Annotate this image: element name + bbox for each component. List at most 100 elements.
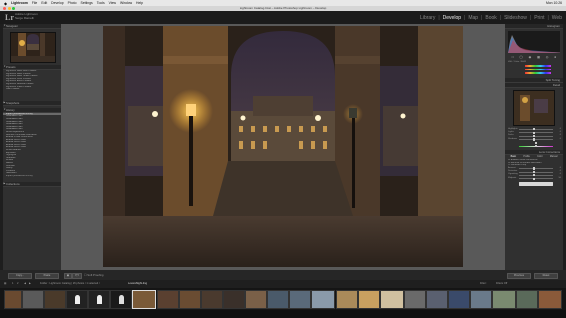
lens-tab-profile[interactable]: Profile xyxy=(523,156,530,158)
color-swatch-row xyxy=(505,71,563,74)
lens-corrections-header[interactable]: Lens Corrections xyxy=(505,149,563,155)
paste-button[interactable]: Paste xyxy=(35,273,59,279)
split-toning-title: Split Toning xyxy=(545,77,560,82)
filmstrip-thumbnail[interactable] xyxy=(157,290,179,309)
filmstrip-thumbnail[interactable] xyxy=(516,290,538,309)
filmstrip-thumbnail[interactable] xyxy=(201,290,223,309)
menu-tools[interactable]: Tools xyxy=(97,1,105,5)
collapse-triangle-icon: ▼ xyxy=(3,24,6,27)
forward-arrow-icon[interactable]: ▶ xyxy=(29,280,31,288)
histogram-header[interactable]: Histogram xyxy=(505,24,563,29)
filmstrip-thumbnail[interactable] xyxy=(380,290,404,309)
filmstrip-thumbnail[interactable] xyxy=(336,290,358,309)
reset-button[interactable]: Reset xyxy=(534,273,558,279)
crop-tool-icon[interactable]: □ xyxy=(512,55,514,59)
filmstrip-thumbnail[interactable] xyxy=(448,290,470,309)
menu-window[interactable]: Window xyxy=(120,1,132,5)
zoom-window-icon[interactable] xyxy=(12,7,15,10)
presets-title: Presets xyxy=(6,65,16,69)
collections-title: Collections xyxy=(6,181,20,186)
filmstrip-thumbnail[interactable] xyxy=(223,290,245,309)
close-window-icon[interactable] xyxy=(3,7,6,10)
lens-tab-basic[interactable]: Basic xyxy=(511,156,517,158)
menu-app[interactable]: Lightroom xyxy=(11,1,28,5)
back-arrow-icon[interactable]: ◀ xyxy=(24,280,26,288)
filmstrip-thumbnail[interactable] xyxy=(66,290,88,309)
expand-triangle-icon: ▶ xyxy=(3,181,6,185)
menu-edit[interactable]: Edit xyxy=(41,1,47,5)
module-map[interactable]: Map xyxy=(468,15,478,21)
before-after-icon[interactable]: Y|Y xyxy=(72,273,82,279)
loupe-view-icon[interactable]: ▣ xyxy=(64,273,72,279)
main-photo[interactable] xyxy=(103,26,463,267)
histogram-chart[interactable] xyxy=(508,31,560,53)
filmstrip-thumbnail[interactable] xyxy=(245,290,267,309)
lens-slider[interactable]: Midpoint 50 xyxy=(505,177,563,180)
page-2[interactable]: 2 xyxy=(17,280,18,288)
highlighted-button[interactable] xyxy=(519,182,553,186)
soft-proofing-toggle[interactable]: ☐ Soft Proofing xyxy=(84,273,103,277)
graduated-filter-icon[interactable]: ▩ xyxy=(537,55,540,59)
grid-view-icon[interactable]: ▦ xyxy=(4,280,6,288)
filmstrip-thumbnail[interactable] xyxy=(404,290,426,309)
filmstrip-thumbnail[interactable] xyxy=(88,290,110,309)
brush-icon[interactable]: ● xyxy=(554,55,556,59)
lens-tabs: Basic Profile Color Manual xyxy=(507,156,561,158)
filmstrip-thumbnail[interactable] xyxy=(470,290,492,309)
filmstrip-thumbnail[interactable] xyxy=(426,290,448,309)
detail-header[interactable]: Detail xyxy=(505,82,563,88)
filmstrip-thumbnail[interactable] xyxy=(267,290,289,309)
lens-tab-manual[interactable]: Manual xyxy=(550,156,558,158)
collections-header[interactable]: ▶ Collections xyxy=(3,181,61,187)
filmstrip-thumbnail[interactable] xyxy=(44,290,66,309)
menu-file[interactable]: File xyxy=(32,1,37,5)
red-eye-icon[interactable]: ◉ xyxy=(529,55,532,59)
filmstrip-thumbnail[interactable] xyxy=(311,290,335,309)
slider-value[interactable]: 50 xyxy=(559,177,561,180)
copy-button[interactable]: Copy... xyxy=(8,273,32,279)
history-header[interactable]: ▼ History xyxy=(3,107,61,113)
module-library[interactable]: Library xyxy=(420,15,435,21)
menu-help[interactable]: Help xyxy=(136,1,143,5)
filmstrip-scrollbar[interactable] xyxy=(0,310,566,318)
module-develop[interactable]: Develop xyxy=(443,15,461,21)
apple-icon[interactable]: ◆ xyxy=(4,1,7,6)
menubar-clock[interactable]: Mon 10:26 xyxy=(546,1,562,5)
filmstrip-thumbnail[interactable] xyxy=(492,290,516,309)
radial-filter-icon[interactable]: ◎ xyxy=(546,55,549,59)
module-book[interactable]: Book xyxy=(485,15,496,21)
identity-text: Adobe Lightroom Serge Ramelli xyxy=(15,12,38,20)
module-slideshow[interactable]: Slideshow xyxy=(504,15,527,21)
lens-tab-color[interactable]: Color xyxy=(537,156,543,158)
filter-value[interactable]: Filters Off xyxy=(496,280,507,288)
module-print[interactable]: Print xyxy=(534,15,544,21)
detail-preview[interactable] xyxy=(513,89,555,126)
filmstrip-thumbnail[interactable] xyxy=(179,290,201,309)
filmstrip-thumbnail[interactable] xyxy=(538,290,562,309)
menu-view[interactable]: View xyxy=(109,1,116,5)
module-separator: | xyxy=(547,15,549,21)
filmstrip-thumbnail[interactable] xyxy=(110,290,132,309)
navigator-header[interactable]: ▼ Navigator xyxy=(3,24,61,29)
snapshots-header[interactable]: ▶ Snapshots xyxy=(3,100,61,106)
filmstrip-thumbnail-selected[interactable] xyxy=(132,290,156,309)
color-slider[interactable] xyxy=(505,145,563,148)
spot-removal-icon[interactable]: ◯ xyxy=(519,55,523,59)
window-title: Lightroom Catalog.lrcat – Adobe Photosho… xyxy=(239,6,327,10)
filmstrip-thumbnail[interactable] xyxy=(289,290,311,309)
module-web[interactable]: Web xyxy=(552,15,562,21)
page-1[interactable]: 1 xyxy=(12,280,13,288)
filmstrip-path[interactable]: Folder : Lightroom Catalog | 26 photos /… xyxy=(40,280,100,288)
previous-button[interactable]: Previous xyxy=(507,273,531,279)
menu-settings[interactable]: Settings xyxy=(80,1,92,5)
filmstrip-thumbnail[interactable] xyxy=(22,290,44,309)
filmstrip-thumbnail[interactable] xyxy=(358,290,380,309)
minimize-window-icon[interactable] xyxy=(7,7,11,10)
menu-develop[interactable]: Develop xyxy=(51,1,63,5)
module-separator: | xyxy=(481,15,483,21)
presets-header[interactable]: ▼ Presets xyxy=(3,65,61,70)
navigator-thumbnail[interactable] xyxy=(10,32,56,63)
menu-photo[interactable]: Photo xyxy=(68,1,77,5)
filmstrip-thumbnail[interactable] xyxy=(4,290,22,309)
filmstrip-filename: LouvreNight.dng xyxy=(128,282,148,285)
